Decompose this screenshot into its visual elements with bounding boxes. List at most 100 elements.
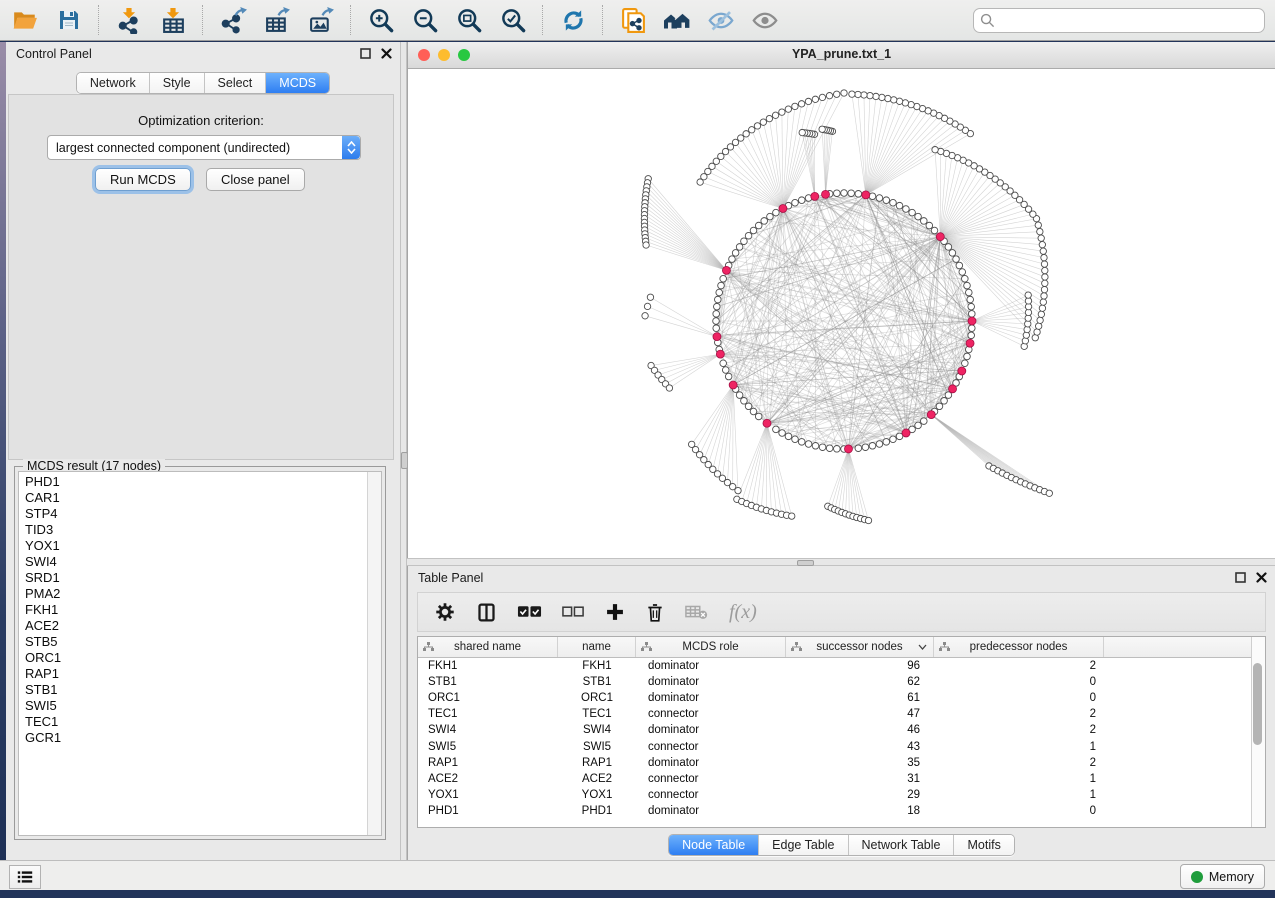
mcds-result-item[interactable]: RAP1 [25,666,381,682]
tab-style[interactable]: Style [150,73,205,93]
mcds-hub-node[interactable] [722,266,730,274]
network-node[interactable] [760,119,766,125]
network-node[interactable] [890,436,897,443]
network-node[interactable] [720,275,727,282]
network-node[interactable] [779,109,785,115]
column-header-successor-nodes[interactable]: successor nodes [786,637,934,657]
network-node[interactable] [921,218,928,225]
column-header-predecessor-nodes[interactable]: predecessor nodes [934,637,1104,657]
network-node[interactable] [749,127,755,133]
network-node[interactable] [1039,305,1045,311]
table-row[interactable]: PHD1PHD1dominator180 [418,803,1265,819]
mcds-hub-node[interactable] [958,367,966,375]
network-node[interactable] [1041,261,1047,267]
network-node[interactable] [855,445,862,452]
mcds-result-item[interactable]: STP4 [25,506,381,522]
zoom-out-button[interactable] [410,5,440,35]
first-neighbors-button[interactable] [662,5,692,35]
network-node[interactable] [773,426,780,433]
network-node[interactable] [736,392,743,399]
float-panel-icon[interactable] [1235,572,1246,583]
network-node[interactable] [1040,248,1046,254]
mcds-result-item[interactable]: ORC1 [25,650,381,666]
network-node[interactable] [1042,280,1048,286]
network-node[interactable] [848,190,855,197]
network-node[interactable] [732,250,739,257]
export-image-button[interactable] [306,5,336,35]
select-all-icon[interactable] [517,604,542,620]
network-node[interactable] [962,360,969,367]
network-node[interactable] [754,123,760,129]
network-node[interactable] [741,398,748,405]
tab-motifs[interactable]: Motifs [954,835,1013,855]
mcds-result-item[interactable]: YOX1 [25,538,381,554]
network-node[interactable] [713,311,720,318]
mcds-result-item[interactable]: PHD1 [25,474,381,490]
network-node[interactable] [949,250,956,257]
network-node[interactable] [915,422,922,429]
network-node[interactable] [714,303,721,310]
network-node[interactable] [1038,235,1044,241]
network-node[interactable] [716,289,723,296]
network-node[interactable] [1042,267,1048,273]
network-node[interactable] [819,444,826,451]
mcds-hub-node[interactable] [713,333,721,341]
network-node[interactable] [932,147,938,153]
network-node[interactable] [869,442,876,449]
network-node[interactable] [834,445,841,452]
network-node[interactable] [720,360,727,367]
network-node[interactable] [956,262,963,269]
mcds-result-item[interactable]: STB5 [25,634,381,650]
table-row[interactable]: YOX1YOX1connector291 [418,787,1265,803]
import-table-button[interactable] [158,5,188,35]
network-node[interactable] [834,190,841,197]
mcds-result-item[interactable]: FKH1 [25,602,381,618]
mcds-hub-node[interactable] [779,205,787,213]
import-network-button[interactable] [114,5,144,35]
network-node[interactable] [713,325,720,332]
network-node[interactable] [841,90,847,96]
tab-mcds[interactable]: MCDS [266,73,329,93]
network-node[interactable] [826,93,832,99]
network-node[interactable] [941,398,948,405]
save-session-button[interactable] [54,5,84,35]
panel-list-button[interactable] [9,865,41,889]
network-node[interactable] [834,91,840,97]
delete-trash-icon[interactable] [645,602,665,623]
table-scrollbar[interactable] [1251,637,1265,827]
network-node[interactable] [1038,311,1044,317]
network-node[interactable] [798,101,804,107]
network-node[interactable] [767,213,774,220]
network-node[interactable] [921,418,928,425]
show-all-button[interactable] [750,5,780,35]
network-node[interactable] [909,209,916,216]
export-network-button[interactable] [218,5,248,35]
clone-network-button[interactable] [618,5,648,35]
zoom-selected-button[interactable] [498,5,528,35]
tab-select[interactable]: Select [205,73,267,93]
mcds-hub-node[interactable] [822,190,830,198]
network-canvas[interactable] [408,69,1275,559]
mcds-result-item[interactable]: ACE2 [25,618,381,634]
network-node[interactable] [1042,274,1048,280]
network-node[interactable] [755,222,762,229]
network-node[interactable] [750,227,757,234]
network-node[interactable] [729,256,736,263]
zoom-in-button[interactable] [366,5,396,35]
network-node[interactable] [865,517,871,523]
network-node[interactable] [755,413,762,420]
network-node[interactable] [666,385,672,391]
mcds-hub-node[interactable] [966,339,974,347]
network-node[interactable] [798,197,805,204]
network-node[interactable] [873,93,879,99]
network-node[interactable] [761,218,768,225]
add-entry-plus-icon[interactable] [605,602,625,622]
network-node[interactable] [805,98,811,104]
network-node[interactable] [789,513,795,519]
network-node[interactable] [779,430,786,437]
network-node[interactable] [644,303,650,309]
network-node[interactable] [812,96,818,102]
mcds-hub-node[interactable] [844,445,852,453]
mcds-result-item[interactable]: SWI4 [25,554,381,570]
network-node[interactable] [722,367,729,374]
